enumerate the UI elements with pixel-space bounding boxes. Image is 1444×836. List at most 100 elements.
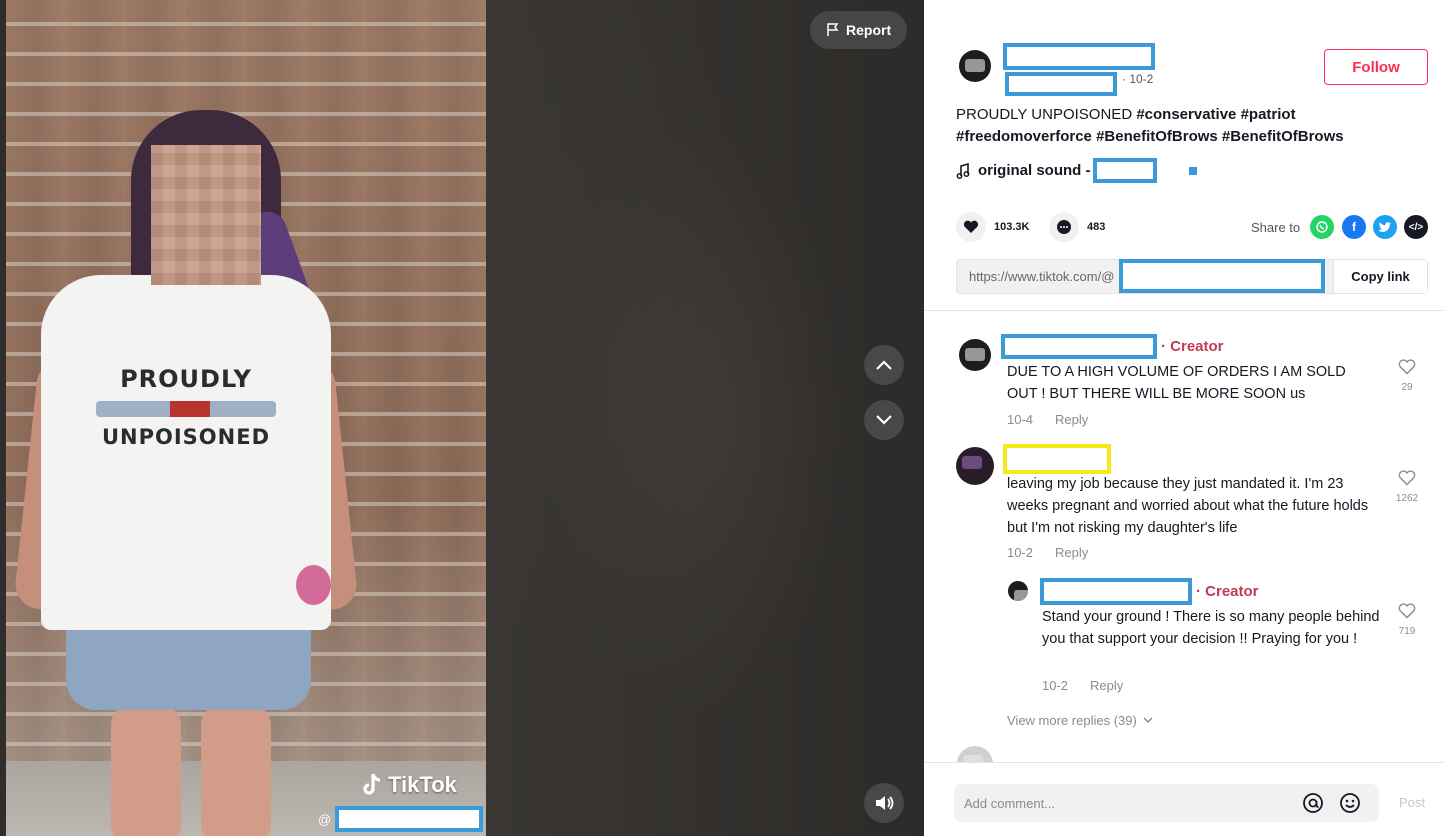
emoji-icon[interactable]	[1338, 791, 1362, 815]
redacted-sound-author	[1092, 158, 1157, 183]
comment-icon	[1057, 220, 1071, 234]
details-panel: · 10-2 Follow PROUDLY UNPOISONED #conser…	[924, 0, 1444, 836]
reply-button[interactable]: Reply	[1055, 545, 1088, 560]
next-video-button[interactable]	[864, 400, 904, 440]
reply-like-count: 719	[1398, 626, 1416, 637]
comment-button[interactable]	[1049, 212, 1079, 242]
comment-stat[interactable]: 483	[1049, 212, 1105, 242]
creator-badge: · Creator	[1161, 338, 1224, 355]
tiktok-watermark: TikTok	[360, 772, 457, 798]
comment-meta: 10-4 Reply	[1007, 412, 1088, 427]
share-link-box[interactable]: https://www.tiktok.com/@ Copy link	[956, 259, 1428, 294]
reply-text: Stand your ground ! There is so many peo…	[1042, 609, 1380, 647]
redacted-author-handle[interactable]	[1005, 72, 1117, 96]
flag-icon	[827, 23, 839, 36]
emoji-glyph	[1340, 793, 1360, 813]
reply-date: 10-2	[1042, 678, 1069, 693]
view-more-replies[interactable]: View more replies (39)	[1007, 713, 1153, 728]
comment-like-count: 1262	[1395, 493, 1419, 504]
heart-outline-icon	[1398, 603, 1416, 619]
twitter-glyph	[1379, 222, 1392, 232]
report-label: Report	[846, 22, 892, 38]
redaction-dot	[1188, 166, 1197, 175]
sound-label: original sound -	[978, 162, 1091, 179]
heart-outline-icon	[1398, 470, 1416, 486]
hashtag-patriot[interactable]: #patriot	[1241, 106, 1296, 123]
like-stat[interactable]: 103.3K	[956, 212, 1029, 242]
description-text: PROUDLY UNPOISONED	[956, 106, 1133, 123]
subject-leg-right	[201, 705, 271, 836]
hashtag-benefitofbrows-2[interactable]: #BenefitOfBrows	[1222, 128, 1344, 145]
twitter-icon[interactable]	[1373, 215, 1397, 239]
whatsapp-icon[interactable]	[1310, 215, 1334, 239]
reply-button[interactable]: Reply	[1055, 412, 1088, 427]
reply-like[interactable]: 719	[1392, 603, 1422, 637]
at-icon[interactable]	[1301, 791, 1325, 815]
view-more-label: View more replies (39)	[1007, 713, 1137, 728]
comment-bar: Post	[924, 762, 1444, 836]
share-link-url: https://www.tiktok.com/@	[969, 269, 1115, 284]
comment-header: · Creator	[1001, 334, 1224, 359]
whatsapp-glyph	[1316, 221, 1328, 233]
video-player[interactable]: PROUDLY UNPOISONED TikTok @ Report	[0, 0, 924, 836]
reply-header: · Creator	[1040, 578, 1259, 605]
report-button[interactable]: Report	[810, 11, 908, 49]
tiktok-logo-icon	[363, 773, 381, 795]
previous-video-button[interactable]	[864, 345, 904, 385]
section-divider	[924, 310, 1444, 311]
comment-like[interactable]: 1262	[1392, 470, 1422, 504]
hashtag-freedomoverforce[interactable]: #freedomoverforce	[956, 128, 1092, 145]
subject-shirt: PROUDLY UNPOISONED	[41, 275, 331, 630]
comment-meta: 10-2 Reply	[1007, 545, 1088, 560]
like-button[interactable]	[956, 212, 986, 242]
share-label: Share to	[1251, 220, 1301, 235]
syringe-fill	[170, 401, 210, 417]
comment-text: leaving my job because they just mandate…	[1007, 476, 1369, 536]
like-count: 103.3K	[994, 221, 1030, 233]
redacted-commenter-name[interactable]	[1001, 334, 1157, 359]
redacted-username	[335, 806, 484, 832]
syringe-graphic	[96, 401, 276, 417]
comment-like[interactable]: 29	[1392, 359, 1422, 393]
hashtag-benefitofbrows[interactable]: #BenefitOfBrows	[1096, 128, 1218, 145]
subject-leg-left	[111, 705, 181, 836]
pixelated-face	[151, 145, 261, 285]
volume-icon	[876, 796, 894, 810]
chevron-down-icon	[876, 415, 892, 425]
shirt-text-line2: UNPOISONED	[101, 425, 270, 449]
comment-avatar[interactable]	[956, 447, 994, 485]
comment-date: 10-4	[1007, 412, 1034, 427]
reply-avatar[interactable]	[1008, 581, 1028, 601]
redacted-link-path	[1119, 259, 1325, 293]
post-description: PROUDLY UNPOISONED #conservative #patrio…	[956, 104, 1396, 148]
at-glyph	[1303, 793, 1323, 813]
music-note-icon	[956, 162, 970, 179]
video-frame[interactable]: PROUDLY UNPOISONED TikTok @	[6, 0, 486, 836]
comment-avatar[interactable]	[959, 339, 991, 371]
embed-icon[interactable]: </>	[1404, 215, 1428, 239]
reply-meta: 10-2 Reply	[1042, 678, 1123, 693]
follow-button[interactable]: Follow	[1324, 49, 1428, 85]
comment-date: 10-2	[1007, 545, 1034, 560]
post-date: · 10-2	[1122, 72, 1154, 86]
hashtag-conservative[interactable]: #conservative	[1136, 106, 1236, 123]
watermark-at: @	[318, 811, 332, 827]
volume-button[interactable]	[864, 783, 904, 823]
chevron-down-icon	[1143, 717, 1153, 724]
video-subject: PROUDLY UNPOISONED	[13, 110, 359, 836]
redacted-author-name[interactable]	[1003, 43, 1155, 70]
redacted-commenter-name[interactable]	[1003, 444, 1111, 474]
author-avatar[interactable]	[959, 50, 991, 82]
subject-scrunchie	[296, 565, 331, 605]
comment-text: DUE TO A HIGH VOLUME OF ORDERS I AM SOLD…	[1007, 364, 1346, 402]
redacted-commenter-name[interactable]	[1040, 578, 1192, 605]
comment-like-count: 29	[1401, 382, 1413, 393]
reply-button[interactable]: Reply	[1090, 678, 1123, 693]
post-button[interactable]: Post	[1399, 795, 1425, 810]
sound-link[interactable]: original sound -	[956, 158, 1197, 183]
tiktok-watermark-text: TikTok	[388, 772, 457, 797]
comment-count: 483	[1087, 221, 1106, 233]
facebook-icon[interactable]: f	[1342, 215, 1366, 239]
shirt-text-line1: PROUDLY	[120, 365, 252, 393]
copy-link-button[interactable]: Copy link	[1333, 260, 1427, 293]
